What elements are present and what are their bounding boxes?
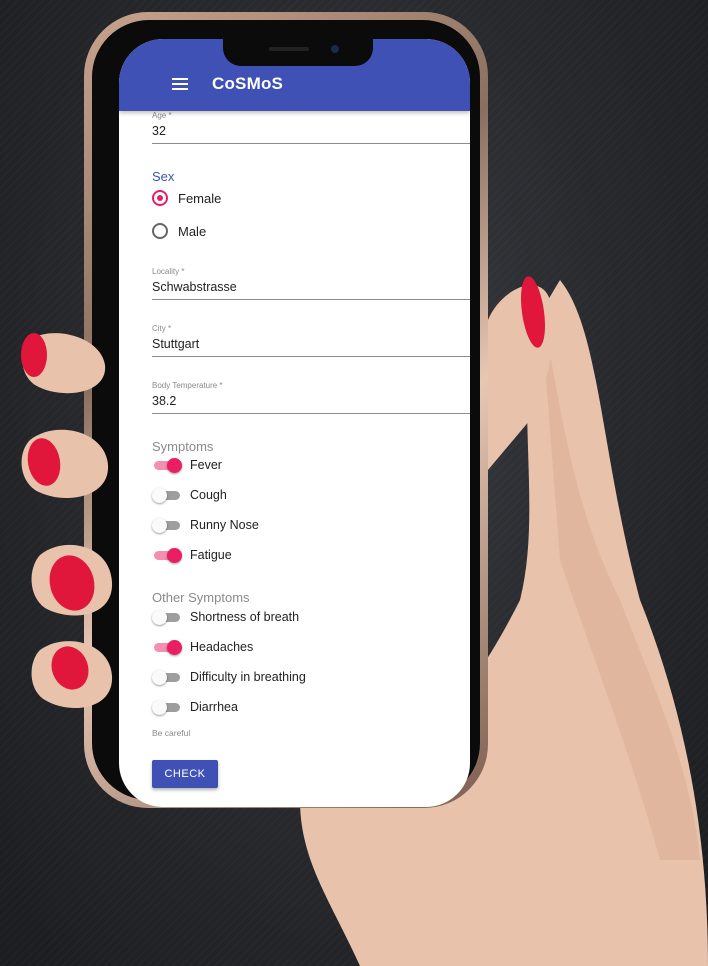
app-title: CoSMoS <box>212 74 284 93</box>
phone-frame: CoSMoS Age * 32 Sex Female Male Locality… <box>84 12 488 808</box>
temperature-value: 38.2 <box>152 394 177 408</box>
age-value: 32 <box>152 124 166 138</box>
radio-selected-icon <box>152 190 168 206</box>
toggle-fatigue[interactable]: Fatigue <box>152 548 232 563</box>
phone-notch <box>223 39 373 66</box>
city-field[interactable]: City * Stuttgart <box>152 324 470 357</box>
toggle-fever[interactable]: Fever <box>152 458 222 473</box>
symptoms-title: Symptoms <box>152 439 214 454</box>
radio-female-label: Female <box>178 190 222 206</box>
other-symptoms-title: Other Symptoms <box>152 590 250 605</box>
radio-male[interactable]: Male <box>152 223 206 239</box>
temperature-field[interactable]: Body Temperature * 38.2 <box>152 381 470 414</box>
switch-off-icon[interactable] <box>152 610 182 625</box>
toggle-fatigue-label: Fatigue <box>190 548 232 562</box>
locality-field[interactable]: Locality * Schwabstrasse <box>152 267 470 300</box>
sex-title: Sex <box>152 169 175 184</box>
toggle-diarrhea[interactable]: Diarrhea <box>152 700 238 715</box>
toggle-diarrhea-label: Diarrhea <box>190 700 238 714</box>
age-label: Age * <box>152 111 172 120</box>
city-value: Stuttgart <box>152 337 200 351</box>
toggle-shortness-label: Shortness of breath <box>190 610 300 624</box>
toggle-fever-label: Fever <box>190 458 222 472</box>
toggle-cough[interactable]: Cough <box>152 488 227 503</box>
switch-off-icon[interactable] <box>152 700 182 715</box>
phone-screen: CoSMoS Age * 32 Sex Female Male Locality… <box>119 39 470 807</box>
form-content: Age * 32 Sex Female Male Locality * Schw… <box>119 111 470 807</box>
toggle-difficulty-breathing[interactable]: Difficulty in breathing <box>152 670 306 685</box>
switch-off-icon[interactable] <box>152 488 182 503</box>
switch-on-icon[interactable] <box>152 640 182 655</box>
age-field[interactable]: Age * 32 <box>152 111 470 144</box>
toggle-shortness-of-breath[interactable]: Shortness of breath <box>152 610 300 625</box>
radio-unselected-icon <box>152 223 168 239</box>
locality-value: Schwabstrasse <box>152 280 237 294</box>
toggle-difficulty-label: Difficulty in breathing <box>190 670 306 684</box>
switch-off-icon[interactable] <box>152 670 182 685</box>
toggle-runny-nose[interactable]: Runny Nose <box>152 518 259 533</box>
helper-text: Be careful <box>152 728 191 738</box>
switch-off-icon[interactable] <box>152 518 182 533</box>
toggle-cough-label: Cough <box>190 488 227 502</box>
menu-icon[interactable] <box>172 78 188 90</box>
check-button[interactable]: CHECK <box>152 760 218 788</box>
radio-female[interactable]: Female <box>152 190 221 206</box>
toggle-headaches-label: Headaches <box>190 640 254 654</box>
temperature-label: Body Temperature * <box>152 381 223 390</box>
city-label: City * <box>152 324 172 333</box>
radio-male-label: Male <box>178 223 207 239</box>
locality-label: Locality * <box>152 267 185 276</box>
toggle-runny-nose-label: Runny Nose <box>190 518 259 532</box>
toggle-headaches[interactable]: Headaches <box>152 640 254 655</box>
switch-on-icon[interactable] <box>152 548 182 563</box>
switch-on-icon[interactable] <box>152 458 182 473</box>
